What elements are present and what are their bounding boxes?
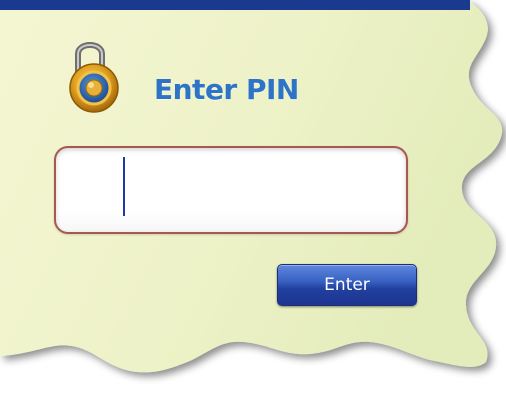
top-blue-bar: [0, 0, 470, 10]
enter-button[interactable]: Enter: [277, 264, 417, 306]
text-cursor: [123, 157, 125, 216]
pin-input[interactable]: [54, 146, 408, 234]
pin-dialog: Enter PIN Enter: [0, 0, 506, 393]
page-title: Enter PIN: [154, 73, 299, 106]
padlock-icon: [69, 42, 119, 113]
